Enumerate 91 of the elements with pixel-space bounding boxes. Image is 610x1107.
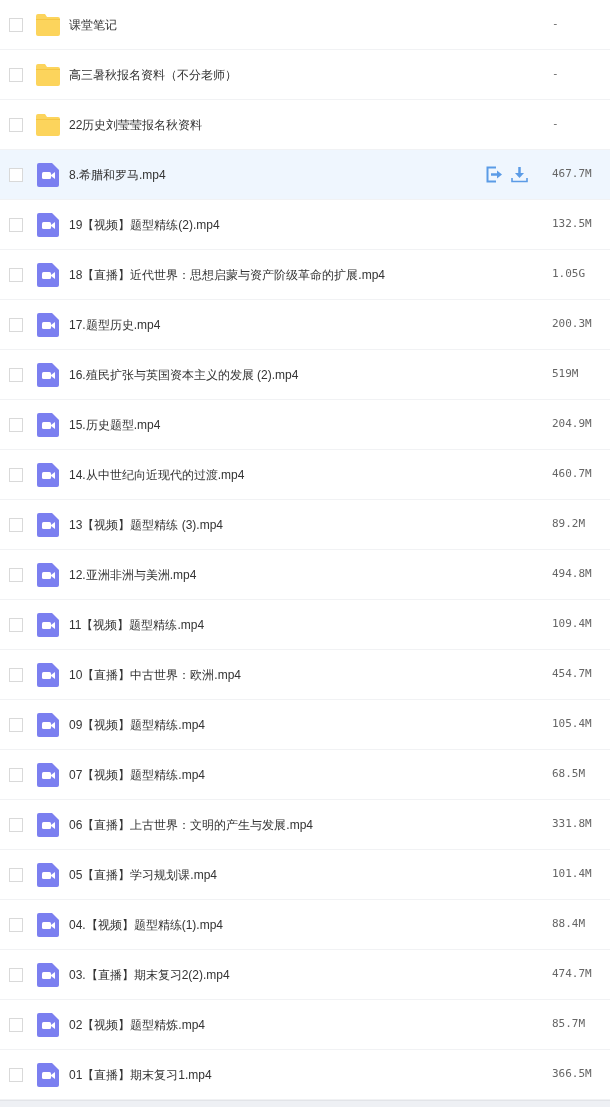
file-size: 474.7M: [552, 966, 593, 983]
file-name[interactable]: 09【视频】题型精练.mp4: [69, 715, 206, 734]
checkbox[interactable]: [9, 917, 23, 932]
file-name[interactable]: 14.从中世纪向近现代的过渡.mp4: [69, 465, 245, 484]
checkbox[interactable]: [9, 117, 23, 132]
checkbox[interactable]: [9, 67, 23, 82]
file-size: 200.3M: [552, 316, 593, 333]
checkbox[interactable]: [9, 817, 23, 832]
file-name[interactable]: 19【视频】题型精练(2).mp4: [69, 215, 220, 234]
video-file-icon: [37, 262, 59, 287]
file-name[interactable]: 07【视频】题型精练.mp4: [69, 765, 206, 784]
file-name[interactable]: 17.题型历史.mp4: [69, 315, 161, 334]
file-name[interactable]: 22历史刘莹莹报名秋资料: [69, 115, 203, 134]
file-size: 132.5M: [552, 216, 593, 233]
checkbox[interactable]: [9, 667, 23, 682]
file-size: 89.2M: [552, 516, 587, 533]
video-file-icon: [37, 962, 59, 987]
folder-icon: [36, 113, 60, 136]
checkbox[interactable]: [9, 467, 23, 482]
folder-icon: [36, 13, 60, 36]
download-icon[interactable]: [511, 166, 528, 183]
video-file-icon: [37, 612, 59, 637]
video-file-icon: [37, 812, 59, 837]
file-name[interactable]: 04.【视频】题型精练(1).mp4: [69, 915, 224, 934]
checkbox[interactable]: [9, 767, 23, 782]
file-size: 85.7M: [552, 1016, 587, 1033]
checkbox[interactable]: [9, 167, 23, 182]
video-file-icon: [37, 762, 59, 787]
file-size: 105.4M: [552, 716, 593, 733]
file-name[interactable]: 8.希腊和罗马.mp4: [69, 165, 166, 184]
video-file-icon: [37, 212, 59, 237]
video-file-icon: [37, 412, 59, 437]
file-size: 366.5M: [552, 1066, 593, 1083]
file-size: 68.5M: [552, 766, 587, 783]
checkbox[interactable]: [9, 1017, 23, 1032]
video-file-icon: [37, 162, 59, 187]
checkbox[interactable]: [9, 967, 23, 982]
video-file-icon: [37, 662, 59, 687]
checkbox[interactable]: [9, 367, 23, 382]
move-icon[interactable]: [486, 166, 503, 183]
file-size: 494.8M: [552, 566, 593, 583]
video-file-icon: [37, 312, 59, 337]
checkbox[interactable]: [9, 317, 23, 332]
file-name[interactable]: 02【视频】题型精炼.mp4: [69, 1015, 206, 1034]
file-size: 454.7M: [552, 666, 593, 683]
video-file-icon: [37, 1062, 59, 1087]
file-name[interactable]: 10【直播】中古世界：欧洲.mp4: [69, 665, 242, 684]
checkbox[interactable]: [9, 517, 23, 532]
file-name[interactable]: 课堂笔记: [69, 15, 117, 34]
file-row[interactable]: 8.希腊和罗马.mp4 467.7M: [0, 150, 610, 200]
file-size: 101.4M: [552, 866, 593, 883]
file-name[interactable]: 15.历史题型.mp4: [69, 415, 161, 434]
checkbox[interactable]: [9, 717, 23, 732]
file-name[interactable]: 13【视频】题型精练 (3).mp4: [69, 515, 224, 534]
file-size: 1.05G: [552, 266, 587, 283]
file-size: 331.8M: [552, 816, 593, 833]
file-name[interactable]: 18【直播】近代世界：思想启蒙与资产阶级革命的扩展.mp4: [69, 265, 386, 284]
file-name[interactable]: 01【直播】期末复习1.mp4: [69, 1065, 212, 1084]
video-file-icon: [37, 362, 59, 387]
checkbox[interactable]: [9, 867, 23, 882]
file-name[interactable]: 03.【直播】期末复习2(2).mp4: [69, 965, 230, 984]
file-name[interactable]: 12.亚洲非洲与美洲.mp4: [69, 565, 197, 584]
file-size: -: [552, 16, 560, 33]
checkbox[interactable]: [9, 417, 23, 432]
video-file-icon: [37, 562, 59, 587]
file-name[interactable]: 05【直播】学习规划课.mp4: [69, 865, 218, 884]
checkbox[interactable]: [9, 267, 23, 282]
file-name[interactable]: 11【视频】题型精练.mp4: [69, 615, 205, 634]
checkbox[interactable]: [9, 567, 23, 582]
file-size: 467.7M: [552, 166, 593, 183]
file-name[interactable]: 16.殖民扩张与英国资本主义的发展 (2).mp4: [69, 365, 299, 384]
file-size: 88.4M: [552, 916, 587, 933]
file-size: 519M: [552, 366, 580, 383]
file-size: -: [552, 116, 560, 133]
checkbox[interactable]: [9, 17, 23, 32]
file-name[interactable]: 06【直播】上古世界：文明的产生与发展.mp4: [69, 815, 314, 834]
file-size: 204.9M: [552, 416, 593, 433]
checkbox[interactable]: [9, 1067, 23, 1082]
checkbox[interactable]: [9, 217, 23, 232]
video-file-icon: [37, 712, 59, 737]
video-file-icon: [37, 862, 59, 887]
file-size: 460.7M: [552, 466, 593, 483]
video-file-icon: [37, 512, 59, 537]
folder-icon: [36, 63, 60, 86]
file-size: 109.4M: [552, 616, 593, 633]
video-file-icon: [37, 462, 59, 487]
file-name[interactable]: 高三暑秋报名资料（不分老师）: [69, 65, 237, 84]
file-size: -: [552, 66, 560, 83]
video-file-icon: [37, 1012, 59, 1037]
checkbox[interactable]: [9, 617, 23, 632]
video-file-icon: [37, 912, 59, 937]
